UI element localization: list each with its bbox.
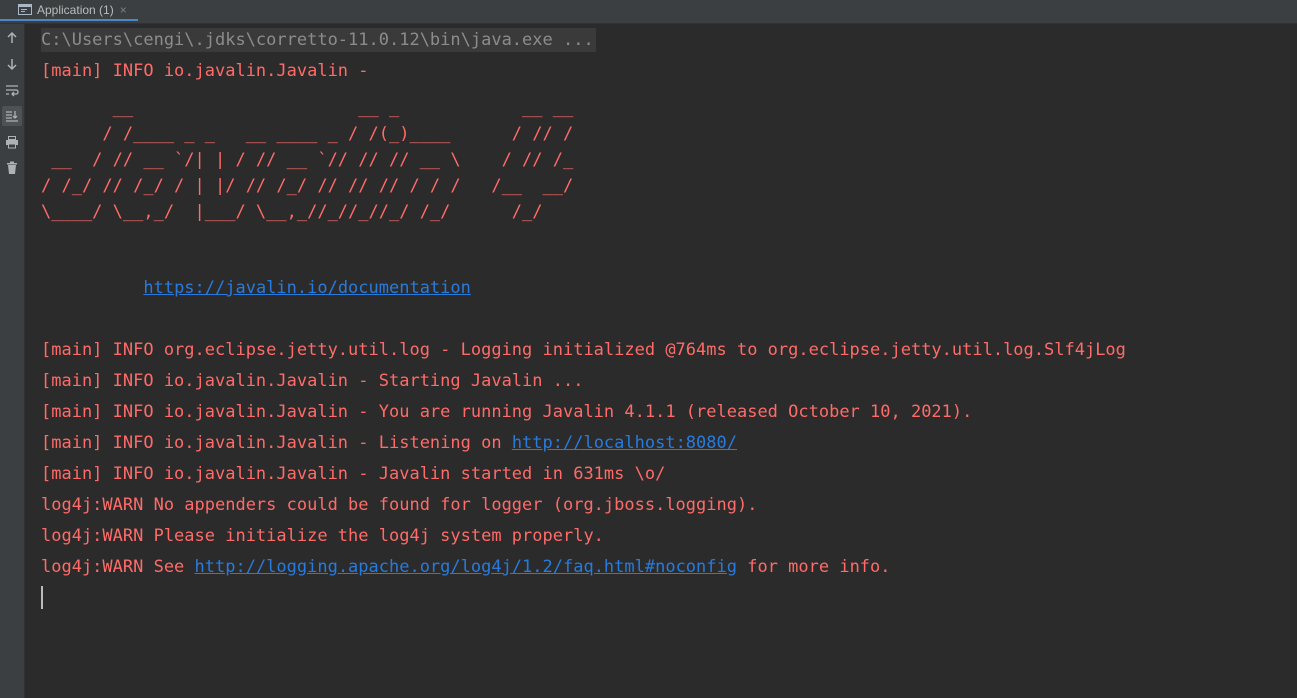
banner-line: / /____ _ _ __ ____ _ / /(_)____ / // /	[41, 124, 574, 144]
banner-line: __ __ _ __ __	[41, 98, 574, 118]
arrow-down-icon[interactable]	[2, 54, 22, 74]
tab-application[interactable]: Application (1) ×	[0, 0, 138, 21]
soft-wrap-icon[interactable]	[2, 80, 22, 100]
command-line: C:\Users\cengi\.jdks\corretto-11.0.12\bi…	[41, 28, 596, 52]
warn-line: log4j:WARN No appenders could be found f…	[41, 495, 758, 515]
log-line: [main] INFO io.javalin.Javalin -	[41, 61, 379, 81]
trash-icon[interactable]	[2, 158, 22, 178]
log-line: [main] INFO io.javalin.Javalin - Startin…	[41, 371, 584, 391]
warn-line: log4j:WARN See http://logging.apache.org…	[41, 555, 891, 579]
log4j-faq-link[interactable]: http://logging.apache.org/log4j/1.2/faq.…	[195, 557, 737, 577]
log-line: [main] INFO io.javalin.Javalin - You are…	[41, 402, 973, 422]
log-line: [main] INFO io.javalin.Javalin - Listeni…	[41, 431, 737, 455]
tab-label: Application (1)	[37, 2, 114, 17]
banner-line: \____/ \__,_/ |___/ \__,_//_//_//_/ /_/ …	[41, 202, 543, 222]
console-output[interactable]: C:\Users\cengi\.jdks\corretto-11.0.12\bi…	[25, 24, 1297, 698]
localhost-link[interactable]: http://localhost:8080/	[512, 433, 737, 453]
warn-text: for more info.	[736, 557, 891, 577]
banner-line: / /_/ // /_/ / | |/ // /_/ // // // / / …	[41, 176, 574, 196]
scroll-to-end-icon[interactable]	[2, 106, 22, 126]
log-line: [main] INFO io.javalin.Javalin - Javalin…	[41, 464, 666, 484]
log-line: [main] INFO org.eclipse.jetty.util.log -…	[41, 340, 1126, 360]
documentation-line: https://javalin.io/documentation	[41, 276, 471, 300]
text-caret	[41, 586, 43, 609]
warn-text: log4j:WARN See	[41, 557, 195, 577]
documentation-link[interactable]: https://javalin.io/documentation	[143, 278, 471, 298]
warn-line: log4j:WARN Please initialize the log4j s…	[41, 526, 604, 546]
banner-line: __ / // __ `/| | / // __ `// // // __ \ …	[41, 150, 574, 170]
arrow-up-icon[interactable]	[2, 28, 22, 48]
console-toolbar	[0, 24, 25, 698]
run-tab-bar: Application (1) ×	[0, 0, 1297, 24]
log-text: [main] INFO io.javalin.Javalin - Listeni…	[41, 433, 512, 453]
application-icon	[18, 3, 32, 16]
close-icon[interactable]: ×	[120, 3, 127, 17]
print-icon[interactable]	[2, 132, 22, 152]
